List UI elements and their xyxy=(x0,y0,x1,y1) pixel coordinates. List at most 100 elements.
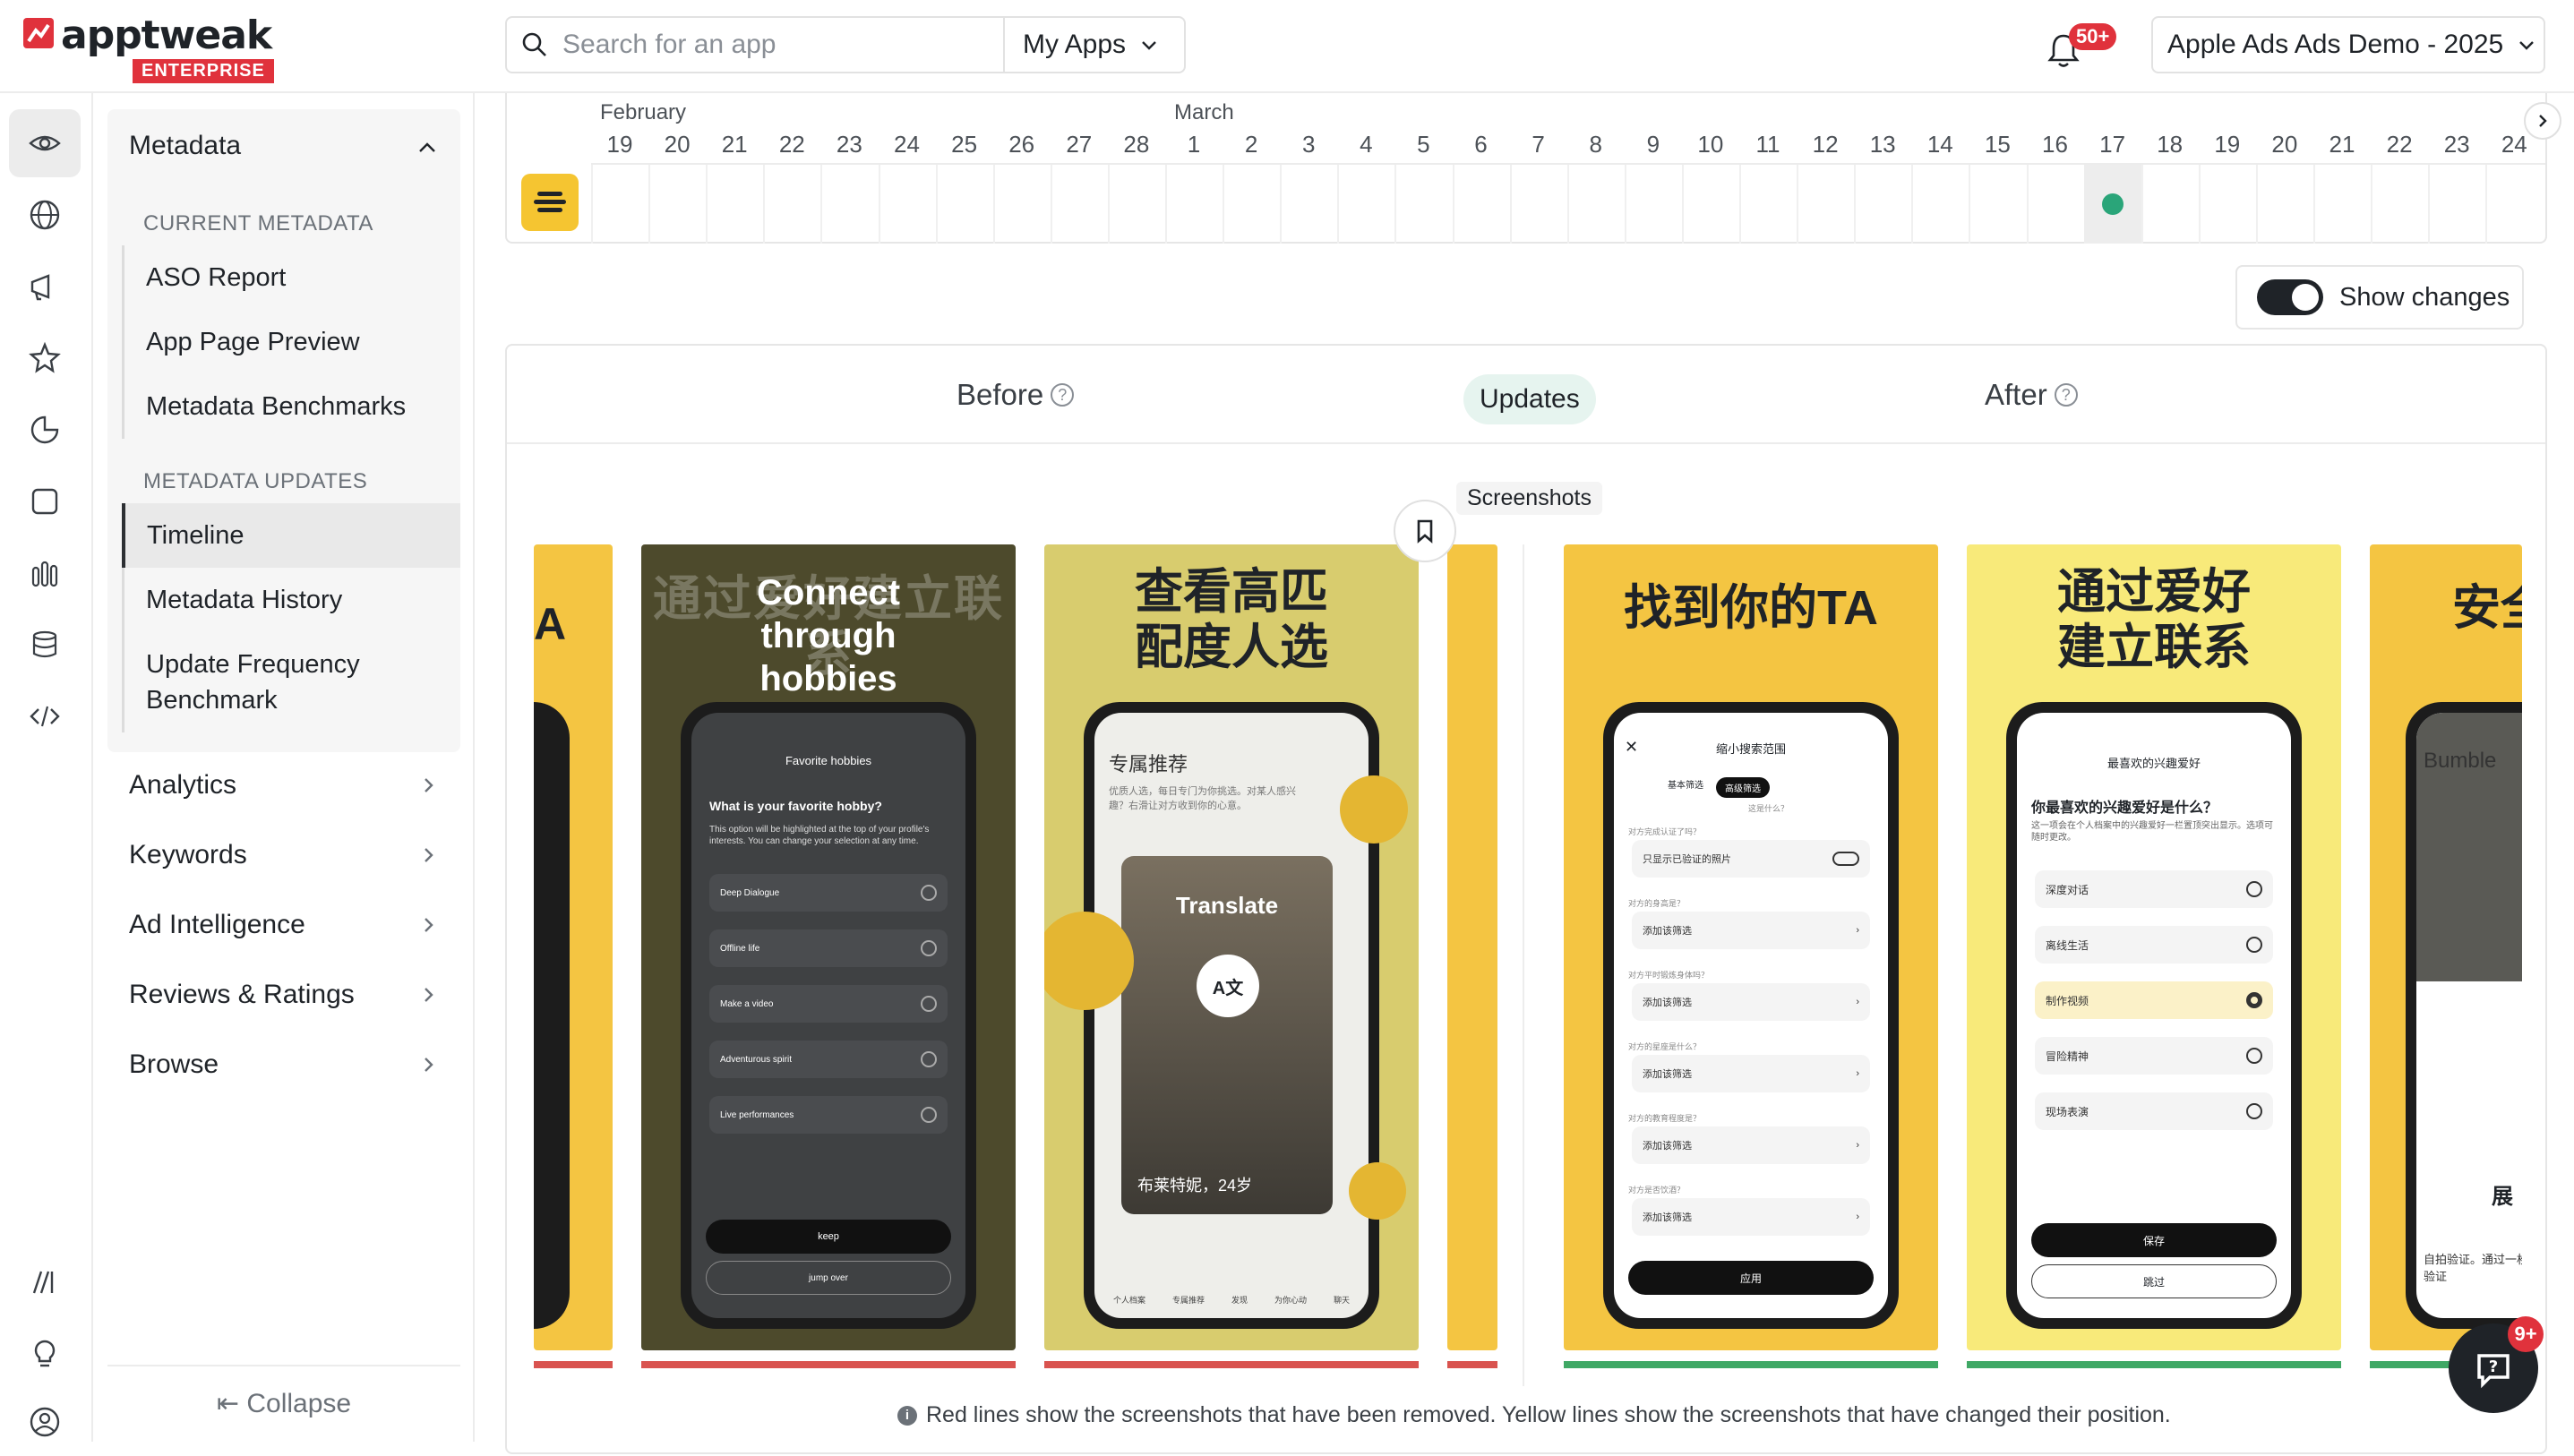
sidebar-item-update-frequency-benchmark[interactable]: Update Frequency Benchmark xyxy=(124,632,393,732)
notifications-button[interactable]: 50+ xyxy=(2046,23,2117,73)
rail-integrations[interactable] xyxy=(9,1248,81,1316)
help-icon[interactable]: ? xyxy=(2054,383,2078,407)
timeline-day[interactable]: 1 xyxy=(1165,131,1223,158)
timeline-day[interactable]: 21 xyxy=(706,131,763,158)
timeline-day[interactable]: 23 xyxy=(2428,131,2485,158)
sidebar-item-timeline[interactable]: Timeline xyxy=(122,503,460,568)
filter-segment: 基本筛选 高级筛选 xyxy=(1668,777,1770,798)
sidebar-item-analytics[interactable]: Analytics xyxy=(107,750,460,820)
timeline-day[interactable]: 17 xyxy=(2084,131,2141,158)
timeline-day[interactable]: 6 xyxy=(1453,131,1510,158)
timeline-day[interactable]: 24 xyxy=(879,131,936,158)
rail-analytics[interactable] xyxy=(9,539,81,607)
updates-chip[interactable]: Updates xyxy=(1463,374,1596,424)
rail-ads[interactable] xyxy=(9,253,81,321)
timeline-day[interactable]: 22 xyxy=(2371,131,2428,158)
timeline-day[interactable]: 20 xyxy=(648,131,706,158)
timeline-day[interactable]: 13 xyxy=(1854,131,1911,158)
timeline-day[interactable]: 18 xyxy=(2141,131,2199,158)
sidebar-item-ad-intelligence[interactable]: Ad Intelligence xyxy=(107,890,460,960)
sidebar-item-metadata-history[interactable]: Metadata History xyxy=(124,568,460,632)
timeline-day[interactable]: 3 xyxy=(1280,131,1337,158)
timeline-day[interactable]: 27 xyxy=(1051,131,1108,158)
phone-mockup: 最喜欢的兴趣爱好 你最喜欢的兴趣爱好是什么？ 这一项会在个人档案中的兴趣爱好一栏… xyxy=(2006,702,2302,1329)
timeline-day[interactable]: 19 xyxy=(2199,131,2256,158)
timeline-day[interactable]: 5 xyxy=(1394,131,1452,158)
support-chat-button[interactable]: ? 9+ xyxy=(2449,1316,2544,1413)
bookmark-button[interactable] xyxy=(1394,500,1456,562)
rail-api[interactable] xyxy=(9,682,81,750)
rail-global[interactable] xyxy=(9,181,81,249)
sidebar-nav: Metadata CURRENT METADATA ASO Report App… xyxy=(93,93,475,1442)
rail-favorites[interactable] xyxy=(9,324,81,392)
timeline-gridline xyxy=(1566,165,1569,244)
sidebar-item-reviews-ratings[interactable]: Reviews & Ratings xyxy=(107,960,460,1030)
rail-profile[interactable] xyxy=(9,1388,81,1456)
timeline-day[interactable]: 23 xyxy=(820,131,878,158)
option-row: 现场表演 xyxy=(2035,1092,2273,1130)
rail-metadata[interactable] xyxy=(9,109,81,177)
rail-ideas[interactable] xyxy=(9,1320,81,1388)
phone-screen: 缩小搜索范围 ✕ 基本筛选 高级筛选 这是什么？ 对方完成认证了吗？ 只显示已验证… xyxy=(1614,713,1888,1318)
sidebar-item-label: Browse xyxy=(129,1049,219,1079)
screenshot-caption: 通过爱好建立联系 xyxy=(2057,565,2251,674)
timeline-month: March xyxy=(1174,100,1234,124)
timeline-gridline xyxy=(2141,165,2143,244)
timeline-day[interactable]: 26 xyxy=(993,131,1051,158)
timeline-day[interactable]: 9 xyxy=(1625,131,1682,158)
timeline-day[interactable]: 19 xyxy=(591,131,648,158)
screenshot-after-find[interactable]: 找到你的TA 缩小搜索范围 ✕ 基本筛选 高级筛选 这是什么？ 对方完成认证了吗？… xyxy=(1564,544,1938,1350)
screenshot-before-matches[interactable]: 查看高匹配度人选 专属推荐 优质人选，每日专门为你挑选。对某人感兴趣？右滑让对方… xyxy=(1044,544,1419,1350)
timeline-day[interactable]: 16 xyxy=(2027,131,2084,158)
sidebar-item-app-page-preview[interactable]: App Page Preview xyxy=(124,310,460,374)
timeline-month: February xyxy=(600,100,687,124)
timeline-day[interactable]: 15 xyxy=(1969,131,2026,158)
show-changes-toggle[interactable]: Show changes xyxy=(2235,265,2524,330)
screenshot-after-hobbies[interactable]: 通过爱好建立联系 最喜欢的兴趣爱好 你最喜欢的兴趣爱好是什么？ 这一项会在个人档… xyxy=(1967,544,2341,1350)
timeline-day[interactable]: 12 xyxy=(1797,131,1854,158)
timeline-day[interactable]: 25 xyxy=(936,131,993,158)
rail-market[interactable] xyxy=(9,396,81,464)
timeline-day[interactable]: 2 xyxy=(1223,131,1280,158)
chevron-down-icon xyxy=(1142,41,1156,50)
chevron-up-icon[interactable] xyxy=(416,136,439,159)
sidebar-item-aso-report[interactable]: ASO Report xyxy=(124,245,460,310)
account-dropdown[interactable]: Apple Ads Ads Demo - 2025 xyxy=(2151,16,2545,73)
filter-question: 对方的身高是？ xyxy=(1628,899,1686,908)
lightbulb-icon xyxy=(34,1340,56,1367)
timeline-day[interactable]: 14 xyxy=(1911,131,1969,158)
info-icon: i xyxy=(897,1405,917,1426)
timeline-day[interactable]: 11 xyxy=(1739,131,1797,158)
timeline-day[interactable]: 8 xyxy=(1567,131,1625,158)
metadata-group-title[interactable]: Metadata xyxy=(129,131,241,161)
sidebar-item-label: Ad Intelligence xyxy=(129,910,305,939)
search-divider xyxy=(1003,18,1005,72)
rail-data[interactable] xyxy=(9,611,81,679)
search-input[interactable] xyxy=(562,30,965,60)
app-logo[interactable] xyxy=(521,174,579,231)
timeline-day[interactable]: 20 xyxy=(2256,131,2313,158)
screenshot-after-safety[interactable]: 安全 Bumble 展 自拍验证。通过一枚验证 xyxy=(2370,544,2522,1350)
screenshot-before-hobbies[interactable]: 通过爱好建立联系 Connect through hobbies Favorit… xyxy=(641,544,1016,1350)
filter-row: 添加该筛选 › xyxy=(1632,1198,1870,1236)
my-apps-dropdown[interactable]: My Apps xyxy=(1023,18,1160,72)
toggle-switch[interactable] xyxy=(2257,279,2323,315)
timeline-day[interactable]: 7 xyxy=(1510,131,1567,158)
eye-icon xyxy=(29,135,61,151)
collapse-button[interactable]: ⇤ Collapse xyxy=(107,1365,460,1419)
timeline-day[interactable]: 22 xyxy=(763,131,820,158)
timeline-day[interactable]: 28 xyxy=(1108,131,1165,158)
sidebar-item-keywords[interactable]: Keywords xyxy=(107,820,460,890)
screenshot-strip: A 通过爱好建立联系 Connect through hobbies Favor… xyxy=(534,544,2522,1386)
timeline-update-dot[interactable] xyxy=(2101,193,2124,215)
sidebar-item-metadata-benchmarks[interactable]: Metadata Benchmarks xyxy=(124,374,460,439)
timeline-next-button[interactable] xyxy=(2524,102,2561,140)
help-icon[interactable]: ? xyxy=(1051,383,1075,407)
timeline-day[interactable]: 21 xyxy=(2313,131,2371,158)
apptweak-logo[interactable]: apptweak ENTERPRISE xyxy=(23,9,274,83)
sidebar-item-browse[interactable]: Browse xyxy=(107,1030,460,1100)
timeline-day[interactable]: 10 xyxy=(1682,131,1739,158)
phone-mockup: 缩小搜索范围 ✕ 基本筛选 高级筛选 这是什么？ 对方完成认证了吗？ 只显示已验证… xyxy=(1603,702,1899,1329)
rail-reports[interactable] xyxy=(9,467,81,535)
timeline-day[interactable]: 4 xyxy=(1337,131,1394,158)
